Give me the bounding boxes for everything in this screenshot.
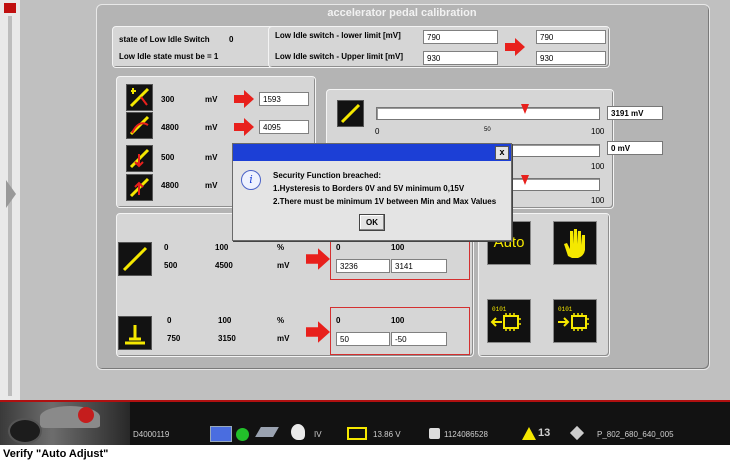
slider1-marker[interactable] — [521, 104, 529, 114]
lower-limit-input[interactable]: 790 — [423, 30, 498, 44]
pedal-out-min-input[interactable]: 3236 — [336, 259, 390, 273]
upper-limit-label: Low Idle switch - Upper limit [mV] — [275, 52, 404, 61]
row3-value: 500 — [161, 153, 175, 162]
warning-count: 13 — [538, 427, 551, 439]
copy-limits-arrow[interactable] — [505, 38, 525, 56]
status-ok-icon — [236, 428, 249, 441]
pedal-out-max-input[interactable]: 3141 — [391, 259, 447, 273]
sensor-idle-min-icon — [126, 145, 153, 172]
row4-unit: mV — [205, 181, 218, 190]
info-icon: i — [241, 170, 261, 190]
pedal-mv-unit: mV — [277, 261, 290, 270]
device-id: D4000119 — [133, 430, 170, 439]
row1-arrow[interactable] — [234, 90, 254, 108]
status-bar: D4000119 IV 13.86 V 1124086528 13 P_802_… — [0, 400, 730, 445]
pedal-out-label-min: 0 — [336, 243, 341, 252]
idle-switch-panel — [112, 26, 276, 68]
hand-icon — [564, 229, 585, 258]
pedal-slider-1[interactable] — [376, 107, 600, 120]
row1-input[interactable]: 1593 — [259, 92, 309, 106]
slider1-mid: 50 — [484, 127, 491, 133]
row1-value: 300 — [161, 95, 175, 104]
caption: Verify "Auto Adjust" — [3, 448, 109, 460]
row2-input[interactable]: 4095 — [259, 120, 309, 134]
svg-text:0101: 0101 — [558, 306, 573, 313]
warning-icon — [522, 427, 536, 440]
sensor-min-icon — [126, 84, 153, 111]
security-dialog: x i Security Function breached: 1.Hyster… — [232, 143, 512, 241]
dialog-titlebar — [233, 144, 511, 161]
pedal-apply-arrow[interactable] — [306, 248, 330, 270]
idle-mv-unit: mV — [277, 334, 290, 343]
row2-arrow[interactable] — [234, 118, 254, 136]
battery-voltage: 13.86 V — [373, 430, 401, 439]
idle-must-be-label: Low Idle state must be = 1 — [119, 52, 219, 61]
chip-write-icon: 0101 — [558, 306, 589, 331]
window-title: accelerator pedal calibration — [327, 7, 477, 19]
pedal-mv-max: 4500 — [215, 261, 233, 270]
dialog-line2: 2.There must be minimum 1V between Min a… — [273, 197, 497, 206]
svg-text:0101: 0101 — [492, 306, 507, 313]
write-ecu-button[interactable]: 0101 — [553, 299, 597, 343]
upper-limit-input[interactable]: 930 — [423, 51, 498, 65]
slider1-max: 100 — [591, 127, 605, 136]
pedal-out-label-max: 100 — [391, 243, 405, 252]
tool-icon — [569, 425, 585, 441]
sensor-max-icon — [126, 112, 153, 139]
idle-pct-max: 100 — [218, 316, 232, 325]
row1-unit: mV — [205, 95, 218, 104]
slider2-readout: 0 mV — [607, 141, 663, 155]
upper-target-input[interactable]: 930 — [536, 51, 606, 65]
vehicle-link-icon — [255, 427, 279, 437]
row4-value: 4800 — [161, 181, 179, 190]
idle-apply-arrow[interactable] — [306, 321, 330, 343]
idle-out-min-input[interactable]: 50 — [336, 332, 390, 346]
lower-target-input[interactable]: 790 — [536, 30, 606, 44]
idle-pct-unit: % — [277, 316, 285, 325]
pedal-pct-max: 100 — [215, 243, 229, 252]
idle-calib-icon — [118, 316, 152, 350]
pedal-pct-unit: % — [277, 243, 285, 252]
slider3-marker[interactable] — [521, 175, 529, 185]
idle-out-label-max: 100 — [391, 316, 405, 325]
slider3-max: 100 — [591, 196, 605, 205]
slider2-max: 100 — [591, 162, 605, 171]
pedal-pct-min: 0 — [164, 243, 169, 252]
left-frame — [0, 0, 21, 400]
lower-limit-label: Low Idle switch - lower limit [mV] — [275, 31, 401, 40]
idle-out-max-input[interactable]: -50 — [391, 332, 447, 346]
idle-out-label-min: 0 — [336, 316, 341, 325]
program-code: P_802_680_640_005 — [597, 430, 674, 439]
row2-unit: mV — [205, 123, 218, 132]
manual-adjust-button[interactable] — [553, 221, 597, 265]
pedal-calib-icon — [118, 242, 152, 276]
connection-icon — [210, 426, 232, 442]
slider1-min: 0 — [375, 127, 380, 136]
sensor-idle-max-icon — [126, 174, 153, 201]
pedal-mv-min: 500 — [164, 261, 178, 270]
dialog-line1: 1.Hysteresis to Borders 0V and 5V minimu… — [273, 184, 465, 193]
scroll-handle[interactable] — [6, 180, 16, 208]
idle-state-label: state of Low Idle Switch — [119, 35, 210, 44]
idle-output-box — [330, 307, 470, 355]
row3-unit: mV — [205, 153, 218, 162]
dialog-close-button[interactable]: x — [495, 146, 509, 160]
idle-pct-min: 0 — [167, 316, 172, 325]
mode-label: IV — [314, 430, 322, 439]
dialog-title: Security Function breached: — [273, 171, 382, 180]
idle-mv-max: 3150 — [218, 334, 236, 343]
read-ecu-button[interactable]: 0101 — [487, 299, 531, 343]
dialog-ok-button[interactable]: OK — [359, 214, 385, 231]
chip-read-icon: 0101 — [490, 306, 521, 331]
battery-icon — [347, 427, 367, 440]
logo-image — [0, 402, 130, 445]
counter-value: 1124086528 — [444, 430, 488, 439]
head-icon — [291, 424, 305, 440]
slider1-readout: 3191 mV — [607, 106, 663, 120]
pedal-position-icon — [337, 100, 364, 127]
counter-icon — [429, 428, 440, 439]
row2-value: 4800 — [161, 123, 179, 132]
idle-mv-min: 750 — [167, 334, 181, 343]
idle-state-value: 0 — [229, 35, 234, 44]
